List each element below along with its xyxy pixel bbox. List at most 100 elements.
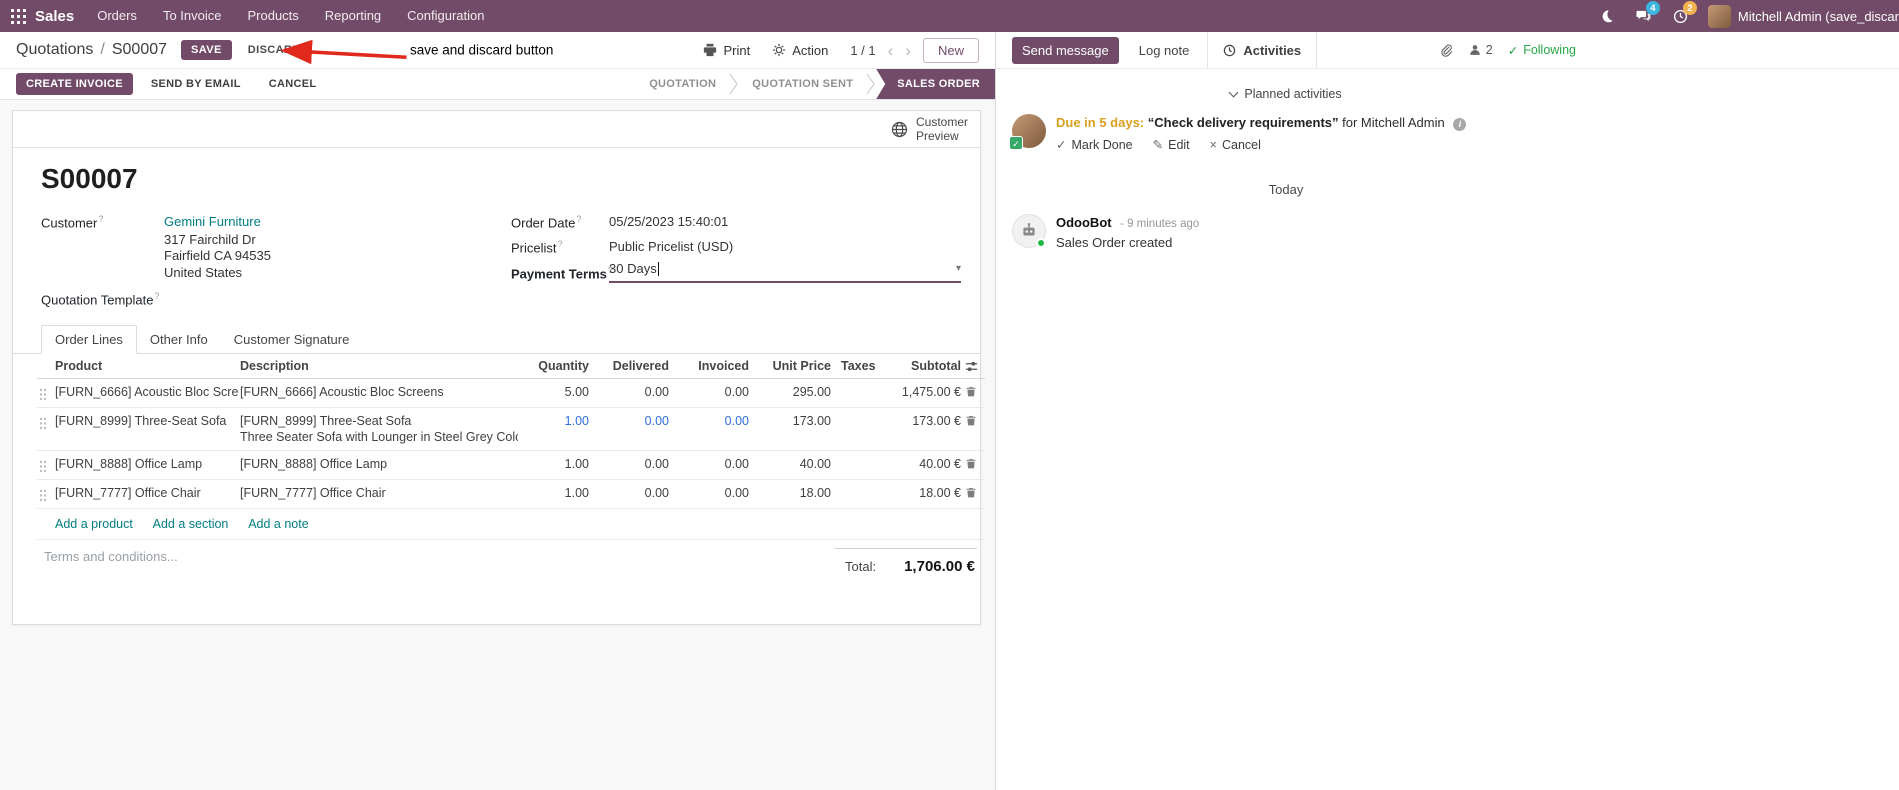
cell-quantity[interactable]: 5.00 <box>518 378 591 408</box>
activities-clock-icon[interactable]: 2 <box>1662 0 1699 32</box>
globe-icon <box>891 121 908 137</box>
payment-terms-input[interactable]: 30 Days ▾ <box>609 261 961 283</box>
cell-invoiced[interactable]: 0.00 <box>671 479 751 509</box>
cell-description[interactable]: [FURN_8888] Office Lamp <box>238 450 518 480</box>
customer-preview-button[interactable]: Customer Preview <box>891 115 968 144</box>
cell-unit-price[interactable]: 173.00 <box>751 407 833 451</box>
cancel-activity-button[interactable]: × Cancel <box>1210 137 1261 152</box>
mark-done-button[interactable]: ✓ Mark Done <box>1056 137 1133 153</box>
customer-value[interactable]: Gemini Furniture <box>164 214 261 229</box>
quotation-template-label: Quotation Template? <box>41 291 160 308</box>
attachments-button[interactable] <box>1439 43 1453 57</box>
order-date-value[interactable]: 05/25/2023 15:40:01 <box>609 214 728 229</box>
add-section-link[interactable]: Add a section <box>153 517 229 531</box>
drag-handle-icon[interactable] <box>37 407 53 451</box>
online-status-dot <box>1036 238 1046 249</box>
cell-description[interactable]: [FURN_6666] Acoustic Bloc Screens <box>238 378 518 408</box>
drag-handle-icon[interactable] <box>37 450 53 480</box>
activity-actions: ✓ Mark Done ✎ Edit × Cancel <box>1056 137 1466 153</box>
add-note-link[interactable]: Add a note <box>248 517 308 531</box>
cell-delivered[interactable]: 0.00 <box>591 407 671 451</box>
cell-description[interactable]: [FURN_7777] Office Chair <box>238 479 518 509</box>
breadcrumb-quotations[interactable]: Quotations <box>16 41 93 59</box>
pager-previous-icon[interactable]: ‹ <box>882 42 900 59</box>
message-item: OdooBot - 9 minutes ago Sales Order crea… <box>1012 214 1560 250</box>
log-note-button[interactable]: Log note <box>1133 42 1196 59</box>
app-name[interactable]: Sales <box>35 8 74 25</box>
stage-quotation[interactable]: QUOTATION <box>636 69 729 99</box>
cell-taxes[interactable] <box>833 378 873 408</box>
cell-taxes[interactable] <box>833 407 873 451</box>
info-icon[interactable]: i <box>1453 118 1467 131</box>
save-button[interactable]: SAVE <box>181 40 232 60</box>
apps-menu-icon[interactable] <box>0 8 35 24</box>
cell-unit-price[interactable]: 40.00 <box>751 450 833 480</box>
pricelist-label: Pricelist? <box>511 239 563 256</box>
menu-to-invoice[interactable]: To Invoice <box>150 0 235 32</box>
optional-columns-icon[interactable] <box>963 354 985 379</box>
user-menu[interactable]: Mitchell Admin (save_discar <box>1738 9 1899 24</box>
dropdown-caret-icon[interactable]: ▾ <box>956 263 961 274</box>
cell-delivered[interactable]: 0.00 <box>591 378 671 408</box>
delete-line-icon[interactable] <box>963 479 985 509</box>
stage-quotation-sent[interactable]: QUOTATION SENT <box>739 69 866 99</box>
paperclip-icon <box>1441 44 1453 57</box>
message-header: OdooBot - 9 minutes ago <box>1056 214 1199 232</box>
drag-handle-icon[interactable] <box>37 378 53 408</box>
cell-quantity[interactable]: 1.00 <box>518 407 591 451</box>
message-author[interactable]: OdooBot <box>1056 215 1112 230</box>
payment-terms-label: Payment Terms? <box>511 265 614 282</box>
cell-taxes[interactable] <box>833 450 873 480</box>
send-message-button[interactable]: Send message <box>1012 36 1119 64</box>
messages-icon[interactable]: 4 <box>1625 0 1662 32</box>
cell-delivered[interactable]: 0.00 <box>591 479 671 509</box>
tab-order-lines[interactable]: Order Lines <box>41 325 137 354</box>
delete-line-icon[interactable] <box>963 450 985 480</box>
delete-line-icon[interactable] <box>963 378 985 408</box>
cell-quantity[interactable]: 1.00 <box>518 450 591 480</box>
terms-placeholder[interactable]: Terms and conditions... <box>44 549 178 564</box>
cell-product[interactable]: [FURN_6666] Acoustic Bloc Screens <box>53 378 238 408</box>
edit-activity-button[interactable]: ✎ Edit <box>1153 137 1190 153</box>
message-timestamp: - 9 minutes ago <box>1120 218 1200 231</box>
cell-product[interactable]: [FURN_8999] Three-Seat Sofa <box>53 407 238 451</box>
print-button[interactable]: Print <box>703 43 750 58</box>
planned-activities-toggle[interactable]: Planned activities <box>996 87 1576 101</box>
pricelist-value[interactable]: Public Pricelist (USD) <box>609 239 733 254</box>
activity-assignee: for Mitchell Admin <box>1342 115 1445 130</box>
followers-button[interactable]: 2 <box>1468 43 1493 57</box>
stage-sales-order[interactable]: SALES ORDER <box>876 69 995 99</box>
delete-line-icon[interactable] <box>963 407 985 451</box>
pager-next-icon[interactable]: › <box>899 42 917 59</box>
menu-orders[interactable]: Orders <box>84 0 150 32</box>
menu-products[interactable]: Products <box>234 0 311 32</box>
send-by-email-button[interactable]: SEND BY EMAIL <box>141 73 251 95</box>
cell-quantity[interactable]: 1.00 <box>518 479 591 509</box>
discard-button[interactable]: DISCARD <box>240 40 309 60</box>
user-avatar[interactable] <box>1707 4 1731 28</box>
cell-invoiced[interactable]: 0.00 <box>671 450 751 480</box>
cell-invoiced[interactable]: 0.00 <box>671 407 751 451</box>
tab-other-info[interactable]: Other Info <box>137 326 221 353</box>
action-button[interactable]: Action <box>772 43 828 58</box>
cancel-button[interactable]: CANCEL <box>259 73 327 95</box>
menu-reporting[interactable]: Reporting <box>312 0 394 32</box>
following-button[interactable]: ✓ Following <box>1508 43 1576 58</box>
tab-activities[interactable]: Activities <box>1207 32 1318 68</box>
tab-customer-signature[interactable]: Customer Signature <box>221 326 363 353</box>
cell-unit-price[interactable]: 18.00 <box>751 479 833 509</box>
create-invoice-button[interactable]: CREATE INVOICE <box>16 73 133 95</box>
cell-unit-price[interactable]: 295.00 <box>751 378 833 408</box>
add-product-link[interactable]: Add a product <box>55 517 133 531</box>
drag-handle-icon[interactable] <box>37 479 53 509</box>
new-button[interactable]: New <box>922 37 979 63</box>
cell-taxes[interactable] <box>833 479 873 509</box>
cell-product[interactable]: [FURN_8888] Office Lamp <box>53 450 238 480</box>
cell-description[interactable]: [FURN_8999] Three-Seat Sofa Three Seater … <box>238 407 518 451</box>
menu-configuration[interactable]: Configuration <box>394 0 497 32</box>
customer-field-label: Customer? <box>41 214 104 231</box>
cell-invoiced[interactable]: 0.00 <box>671 378 751 408</box>
cell-delivered[interactable]: 0.00 <box>591 450 671 480</box>
cell-product[interactable]: [FURN_7777] Office Chair <box>53 479 238 509</box>
moon-icon[interactable] <box>1589 0 1625 32</box>
